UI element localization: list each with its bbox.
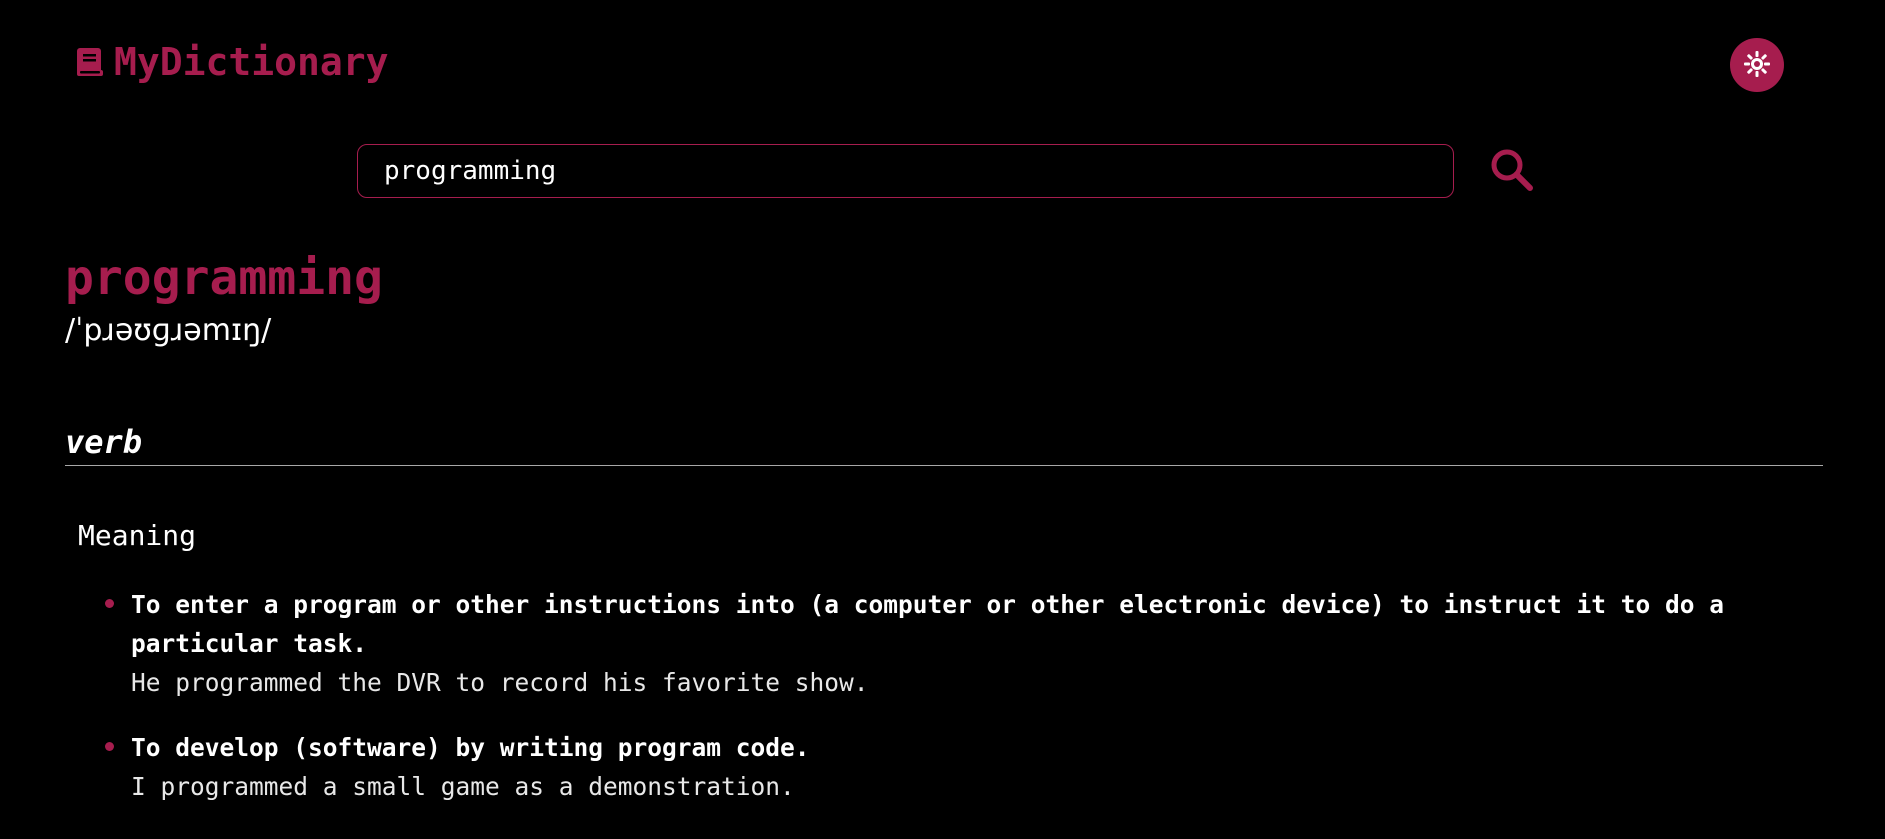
theme-toggle-button[interactable] [1730, 38, 1784, 92]
definition-item: To enter a program or other instructions… [105, 585, 1745, 702]
definition-text: To develop (software) by writing program… [131, 733, 810, 762]
section-divider [65, 465, 1823, 466]
definition-list: To enter a program or other instructions… [105, 585, 1745, 832]
app-title[interactable]: MyDictionary [114, 40, 389, 84]
entry-phonetic[interactable]: /ˈpɹəʊɡɹəmɪŋ/ [65, 313, 271, 348]
definition-example: I programmed a small game as a demonstra… [131, 772, 795, 801]
definition-example: He programmed the DVR to record his favo… [131, 668, 869, 697]
meaning-heading: Meaning [78, 519, 197, 552]
search-icon [1488, 149, 1536, 197]
part-of-speech: verb [65, 423, 143, 461]
entry-word: programming [65, 250, 383, 306]
search-input[interactable] [357, 144, 1454, 198]
book-icon [76, 47, 104, 77]
bullet-icon [105, 599, 114, 608]
search-button[interactable] [1488, 146, 1536, 194]
bullet-icon [105, 742, 114, 751]
app-header: MyDictionary [76, 40, 389, 84]
search-bar [357, 144, 1454, 198]
definition-item: To develop (software) by writing program… [105, 728, 1745, 806]
sun-icon [1742, 49, 1772, 82]
definition-text: To enter a program or other instructions… [131, 590, 1725, 658]
